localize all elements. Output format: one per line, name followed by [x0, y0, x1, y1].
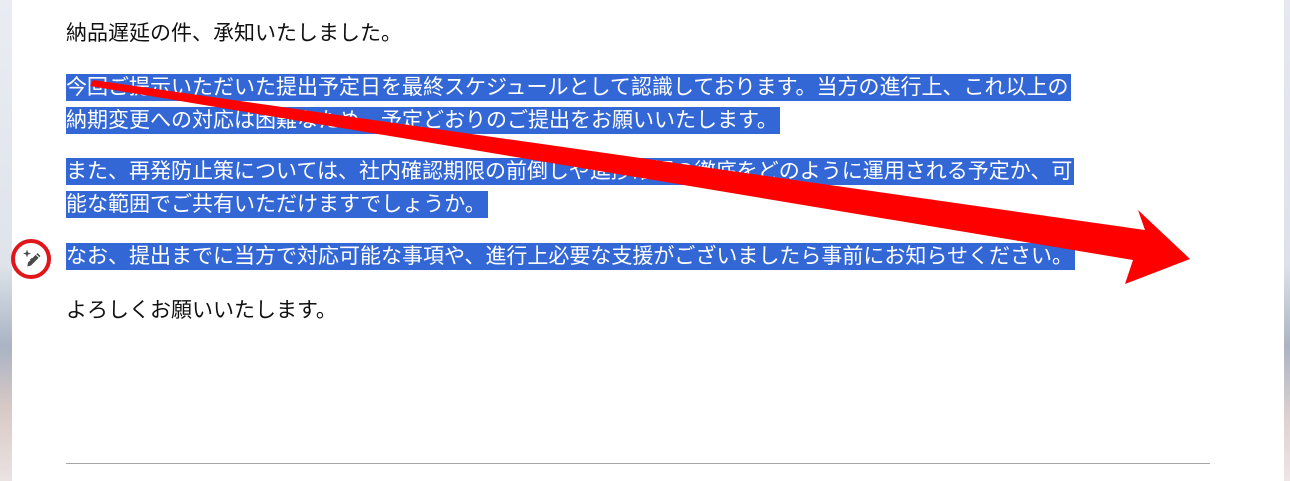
paragraph-greeting[interactable]: 納品遅延の件、承知いたしました。: [66, 17, 1236, 50]
paragraph-prevention[interactable]: また、再発防止策については、社内確認期限の前倒しや進捗確認の徹底をどのように運用…: [66, 155, 1236, 221]
desktop-wallpaper-right: [1284, 0, 1290, 481]
selected-text: 今回ご提示いただいた提出予定日を最終スケジュールとして認識しております。当方の進…: [66, 74, 1071, 101]
paragraph-line: なお、提出までに当方で対応可能な事項や、進行上必要な支援がございましたら事前にお…: [66, 240, 1236, 273]
selected-text: なお、提出までに当方で対応可能な事項や、進行上必要な支援がございましたら事前にお…: [66, 243, 1075, 270]
ai-write-button[interactable]: [11, 239, 51, 279]
paragraph-closing[interactable]: よろしくお願いいたします。: [66, 294, 1236, 327]
paragraph-line: 納期変更への対応は困難なため、予定どおりのご提出をお願いいたします。: [66, 104, 1236, 137]
selected-text: 能な範囲でご共有いただけますでしょうか。: [66, 191, 488, 218]
paragraph-line: 能な範囲でご共有いただけますでしょうか。: [66, 188, 1236, 221]
paragraph-line: また、再発防止策については、社内確認期限の前倒しや進捗確認の徹底をどのように運用…: [66, 155, 1236, 188]
pen-sparkle-icon: [23, 249, 41, 267]
page-divider: [66, 463, 1210, 464]
paragraph-schedule[interactable]: 今回ご提示いただいた提出予定日を最終スケジュールとして認識しております。当方の進…: [66, 71, 1236, 137]
paragraph-line: よろしくお願いいたします。: [66, 298, 337, 322]
paragraph-support[interactable]: なお、提出までに当方で対応可能な事項や、進行上必要な支援がございましたら事前にお…: [66, 240, 1236, 273]
paragraph-line: 今回ご提示いただいた提出予定日を最終スケジュールとして認識しております。当方の進…: [66, 71, 1236, 104]
selected-text: 納期変更への対応は困難なため、予定どおりのご提出をお願いいたします。: [66, 107, 780, 134]
selected-text: また、再発防止策については、社内確認期限の前倒しや進捗確認の徹底をどのように運用…: [66, 158, 1075, 185]
paragraph-line: 納品遅延の件、承知いたしました。: [66, 21, 402, 45]
document-page[interactable]: 納品遅延の件、承知いたしました。 今回ご提示いただいた提出予定日を最終スケジュー…: [12, 0, 1284, 481]
